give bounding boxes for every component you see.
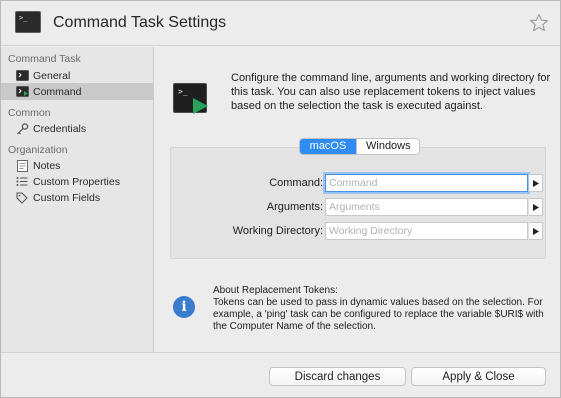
arguments-label: Arguments:: [266, 201, 323, 213]
triangle-right-icon: [532, 203, 539, 211]
sidebar-section-common: Common: [8, 107, 51, 119]
info-body: Tokens can be used to pass in dynamic va…: [213, 297, 544, 332]
command-input[interactable]: [325, 174, 528, 192]
sidebar-item-label: Credentials: [33, 122, 87, 135]
sidebar-item-notes[interactable]: Notes: [1, 157, 153, 174]
sidebar-item-label: Custom Fields: [33, 191, 101, 204]
triangle-right-icon: [532, 179, 539, 187]
working-directory-insert-token-button[interactable]: [529, 222, 543, 240]
sidebar-section-command-task: Command Task: [8, 53, 81, 65]
command-icon: [15, 86, 29, 98]
sidebar-item-label: General: [33, 69, 71, 82]
info-icon: i: [173, 296, 195, 318]
play-icon: [193, 98, 208, 114]
sidebar-section-organization: Organization: [8, 144, 68, 156]
sidebar-item-credentials[interactable]: Credentials: [1, 120, 153, 137]
terminal-icon: >_: [15, 11, 41, 33]
star-outline-icon[interactable]: [529, 13, 549, 33]
discard-changes-button[interactable]: Discard changes: [269, 367, 406, 386]
apply-close-button[interactable]: Apply & Close: [411, 367, 546, 386]
arguments-row: Arguments:: [171, 198, 547, 217]
arguments-insert-token-button[interactable]: [529, 198, 543, 216]
sidebar-item-general[interactable]: General: [1, 67, 153, 84]
arguments-input[interactable]: [325, 198, 528, 216]
tab-macos[interactable]: macOS: [300, 139, 356, 154]
sidebar-item-custom-properties[interactable]: Custom Properties: [1, 173, 153, 190]
sidebar-item-custom-fields[interactable]: Custom Fields: [1, 189, 153, 206]
info-title: About Replacement Tokens:: [213, 285, 338, 296]
triangle-right-icon: [532, 227, 539, 235]
main-panel: >_ Configure the command line, arguments…: [155, 47, 560, 352]
sidebar: Command Task General Command Common Cred…: [1, 47, 154, 352]
notes-icon: [15, 159, 29, 172]
working-directory-row: Working Directory:: [171, 222, 547, 241]
window-title: Command Task Settings: [53, 14, 227, 31]
key-icon: [15, 122, 29, 135]
footer: Discard changes Apply & Close: [1, 352, 560, 397]
tab-windows[interactable]: Windows: [356, 139, 419, 154]
sidebar-item-label: Custom Properties: [33, 175, 120, 188]
command-insert-token-button[interactable]: [529, 174, 543, 192]
tag-icon: [15, 191, 29, 204]
sidebar-item-label: Notes: [33, 159, 61, 172]
platform-tabs: macOS Windows: [299, 138, 420, 155]
task-description: Configure the command line, arguments an…: [231, 72, 551, 112]
working-directory-label: Working Directory:: [232, 225, 323, 237]
sidebar-item-label: Command: [33, 85, 82, 98]
command-label: Command:: [269, 177, 323, 189]
command-form-panel: Command: Arguments: Working Directory:: [170, 147, 546, 259]
terminal-icon: [15, 70, 29, 82]
window-header: >_ Command Task Settings: [1, 1, 560, 46]
list-icon: [15, 176, 29, 188]
command-row: Command:: [171, 174, 547, 193]
working-directory-input[interactable]: [325, 222, 528, 240]
settings-window: >_ Command Task Settings Command Task Ge…: [0, 0, 561, 398]
sidebar-item-command[interactable]: Command: [1, 83, 153, 100]
